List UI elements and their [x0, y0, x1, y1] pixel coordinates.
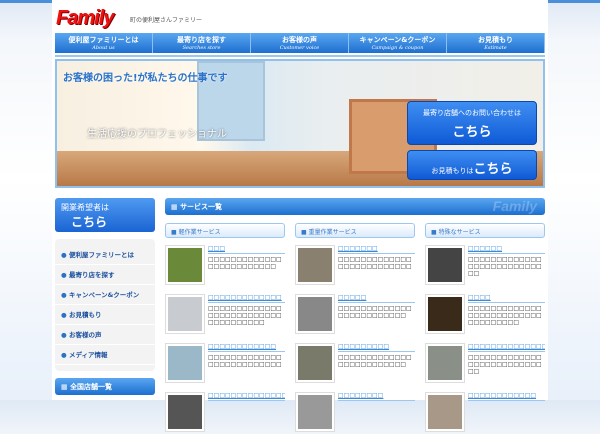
- sidebar-menu-item[interactable]: キャンペーン&クーポン: [55, 285, 155, 305]
- service-list: ▦ サービス一覧Family 軽作業サービス□□□□□□□□□□□□□□□□□□…: [165, 198, 545, 434]
- nav-item[interactable]: 最寄り店を探す Searches store: [153, 33, 251, 53]
- recruit-strong: こちら: [71, 215, 108, 229]
- grid-icon: ▦: [171, 203, 181, 211]
- service-description: □□□□□□□□□□□□□□□□□□□□□□□□□□□□: [468, 354, 542, 375]
- cta-text: 最寄り店舗へのお問い合わせは: [423, 109, 521, 117]
- service-description: □□□□□□□□□□□□□□□□□□□□□□□□□□: [208, 354, 282, 368]
- estimate-button[interactable]: お見積もりはこちら: [407, 150, 537, 180]
- service-item: □□□□□□□□□□□□□□□□□□□□□□□□□□□□□□□□□□□□□□□□…: [165, 294, 285, 336]
- nav-item[interactable]: お見積もり Estimate: [447, 33, 545, 53]
- sidebar: 開業希望者はこちら 便利屋ファミリーとは最寄り店を探すキャンペーン&クーポンお見…: [55, 198, 155, 395]
- cta-strong: こちら: [473, 162, 513, 177]
- service-title-link[interactable]: □□□□□□□□□□□□: [208, 343, 285, 352]
- hero-banner: お客様の困った!が私たちの仕事です 生活応援のプロフェッショナル 最寄り店舗への…: [55, 59, 545, 188]
- column-heading: 特殊なサービス: [425, 223, 545, 238]
- nav-label: キャンペーン&クーポン: [359, 36, 436, 44]
- service-item: □□□□□□□□□□□□□□□□□□□□□□□□□□□□□□□□□□: [295, 343, 415, 385]
- service-columns: 軽作業サービス□□□□□□□□□□□□□□□□□□□□□□□□□□□□□□□□□…: [165, 223, 545, 434]
- nav-item[interactable]: キャンペーン&クーポン Campaign & coupon: [349, 33, 447, 53]
- service-thumbnail[interactable]: [425, 392, 465, 432]
- nav-label: お客様の声: [282, 36, 317, 44]
- heading-label: サービス一覧: [180, 203, 223, 211]
- service-thumbnail[interactable]: [425, 294, 465, 334]
- service-title-link[interactable]: □□□□: [468, 294, 545, 303]
- sidebar-menu-item[interactable]: 最寄り店を探す: [55, 265, 155, 285]
- service-item: □□□□□ □□□□□□□□□□□□□□□□□□□□□□□□□: [295, 294, 415, 336]
- service-list-heading: ▦ サービス一覧 Family: [165, 198, 545, 215]
- service-title-link[interactable]: □□□□□: [338, 294, 415, 303]
- service-thumbnail[interactable]: [165, 294, 205, 334]
- nav-sublabel: Searches store: [182, 45, 221, 51]
- service-thumbnail[interactable]: [165, 343, 205, 383]
- nav-sublabel: Customer voice: [279, 45, 320, 51]
- service-item: □□□□□□□ □□□□□□□□□□□□□□□□□□□□□□□□□□: [295, 245, 415, 287]
- hero-headline: お客様の困った!が私たちの仕事です: [63, 73, 228, 84]
- service-column: 軽作業サービス□□□□□□□□□□□□□□□□□□□□□□□□□□□□□□□□□…: [165, 223, 285, 434]
- store-icon: ▦: [61, 383, 71, 391]
- stores-heading[interactable]: ▦ 全国店舗一覧: [55, 378, 155, 395]
- service-column: 特殊なサービス□□□□□□□□□□□□□□□□□□□□□□□□□□□□□□□□□…: [425, 223, 545, 434]
- service-description: □□□□□□□□□□□□□□□□□□□□□□□□□□: [338, 256, 412, 270]
- service-description: □□□□□□□□□□□□□□□□□□□□□□□□□: [338, 354, 412, 368]
- stores-heading-label: 全国店舗一覧: [70, 383, 113, 391]
- nav-divider: [55, 55, 545, 57]
- nav-sublabel: Campaign & coupon: [371, 45, 424, 51]
- nav-item[interactable]: お客様の声 Customer voice: [251, 33, 349, 53]
- service-thumbnail[interactable]: [425, 245, 465, 285]
- service-item: □□□□□□□□□□□□□□□□□□□□□□□□□□□□□□□□□□: [425, 245, 545, 287]
- service-item: □□□ □□□□□□□□□□□□□□□□□□□□□□□□□: [165, 245, 285, 287]
- service-description: □□□□□□□□□□□□□□□□□□□□□□□□□□□□□□□□□□□: [468, 305, 542, 326]
- service-thumbnail[interactable]: [165, 392, 205, 432]
- tagline: 町の便利屋さんファミリー: [130, 17, 203, 24]
- main-nav: 便利屋ファミリーとは About us 最寄り店を探す Searches store お…: [55, 33, 545, 53]
- service-thumbnail[interactable]: [295, 343, 335, 383]
- service-description: □□□□□□□□□□□□□□□□□□□□□□□□□□□□□□□□□□□□: [208, 305, 282, 326]
- service-item: □□□□□□□□□□□□ □□□□□□□□□□□□□□□□□□□□□□□□□□: [165, 343, 285, 385]
- service-item: □□□□□□□□: [295, 392, 415, 434]
- service-description: □□□□□□□□□□□□□□□□□□□□□□□□□: [338, 305, 412, 319]
- service-item: □□□□ □□□□□□□□□□□□□□□□□□□□□□□□□□□□□□□□□□□: [425, 294, 545, 336]
- service-item: □□□□□□□□□□□□: [425, 392, 545, 434]
- watermark-logo: Family: [492, 198, 537, 214]
- service-title-link[interactable]: □□□□□□: [468, 245, 545, 254]
- contact-store-button[interactable]: 最寄り店舗へのお問い合わせはこちら: [407, 101, 537, 145]
- sidebar-menu-item[interactable]: 便利屋ファミリーとは: [55, 245, 155, 265]
- service-column: 重量作業サービス□□□□□□□□□□□□□□□□□□□□□□□□□□□□□□□□…: [295, 223, 415, 434]
- recruit-banner[interactable]: 開業希望者はこちら: [55, 198, 155, 232]
- service-title-link[interactable]: □□□: [208, 245, 285, 254]
- nav-label: 最寄り店を探す: [177, 36, 226, 44]
- column-heading: 軽作業サービス: [165, 223, 285, 238]
- service-thumbnail[interactable]: [425, 343, 465, 383]
- nav-label: お見積もり: [478, 36, 513, 44]
- service-thumbnail[interactable]: [295, 245, 335, 285]
- service-thumbnail[interactable]: [295, 392, 335, 432]
- sidebar-menu-item[interactable]: お見積もり: [55, 305, 155, 325]
- nav-sublabel: About us: [92, 45, 115, 51]
- cta-strong: こちら: [452, 125, 492, 140]
- service-thumbnail[interactable]: [165, 245, 205, 285]
- cta-text: お見積もりは: [431, 167, 474, 175]
- service-title-link[interactable]: □□□□□□□□□□□□□□: [468, 343, 545, 352]
- recruit-text: 開業希望者は: [61, 203, 109, 212]
- service-item: □□□□□□□□□□□□□□□□□□□□□□□□□□□□□□□□□□□□□□□□…: [425, 343, 545, 385]
- logo[interactable]: Family: [56, 7, 114, 30]
- service-thumbnail[interactable]: [295, 294, 335, 334]
- service-title-link[interactable]: □□□□□□□: [338, 245, 415, 254]
- service-title-link[interactable]: □□□□□□□□□□□□□: [208, 294, 285, 303]
- service-description: □□□□□□□□□□□□□□□□□□□□□□□□□: [208, 256, 282, 270]
- service-description: □□□□□□□□□□□□□□□□□□□□□□□□□□□□: [468, 256, 542, 277]
- hero-subheadline: 生活応援のプロフェッショナル: [87, 129, 227, 140]
- nav-item[interactable]: 便利屋ファミリーとは About us: [55, 33, 153, 53]
- sidebar-menu: 便利屋ファミリーとは最寄り店を探すキャンペーン&クーポンお見積もりお客様の声メデ…: [55, 239, 155, 371]
- sidebar-menu-item[interactable]: お客様の声: [55, 325, 155, 345]
- service-item: □□□□□□□□□□□□□□: [165, 392, 285, 434]
- sidebar-menu-item[interactable]: メディア情報: [55, 345, 155, 365]
- column-heading: 重量作業サービス: [295, 223, 415, 238]
- service-title-link[interactable]: □□□□□□□□□: [338, 343, 415, 352]
- nav-sublabel: Estimate: [484, 45, 507, 51]
- nav-label: 便利屋ファミリーとは: [68, 36, 139, 44]
